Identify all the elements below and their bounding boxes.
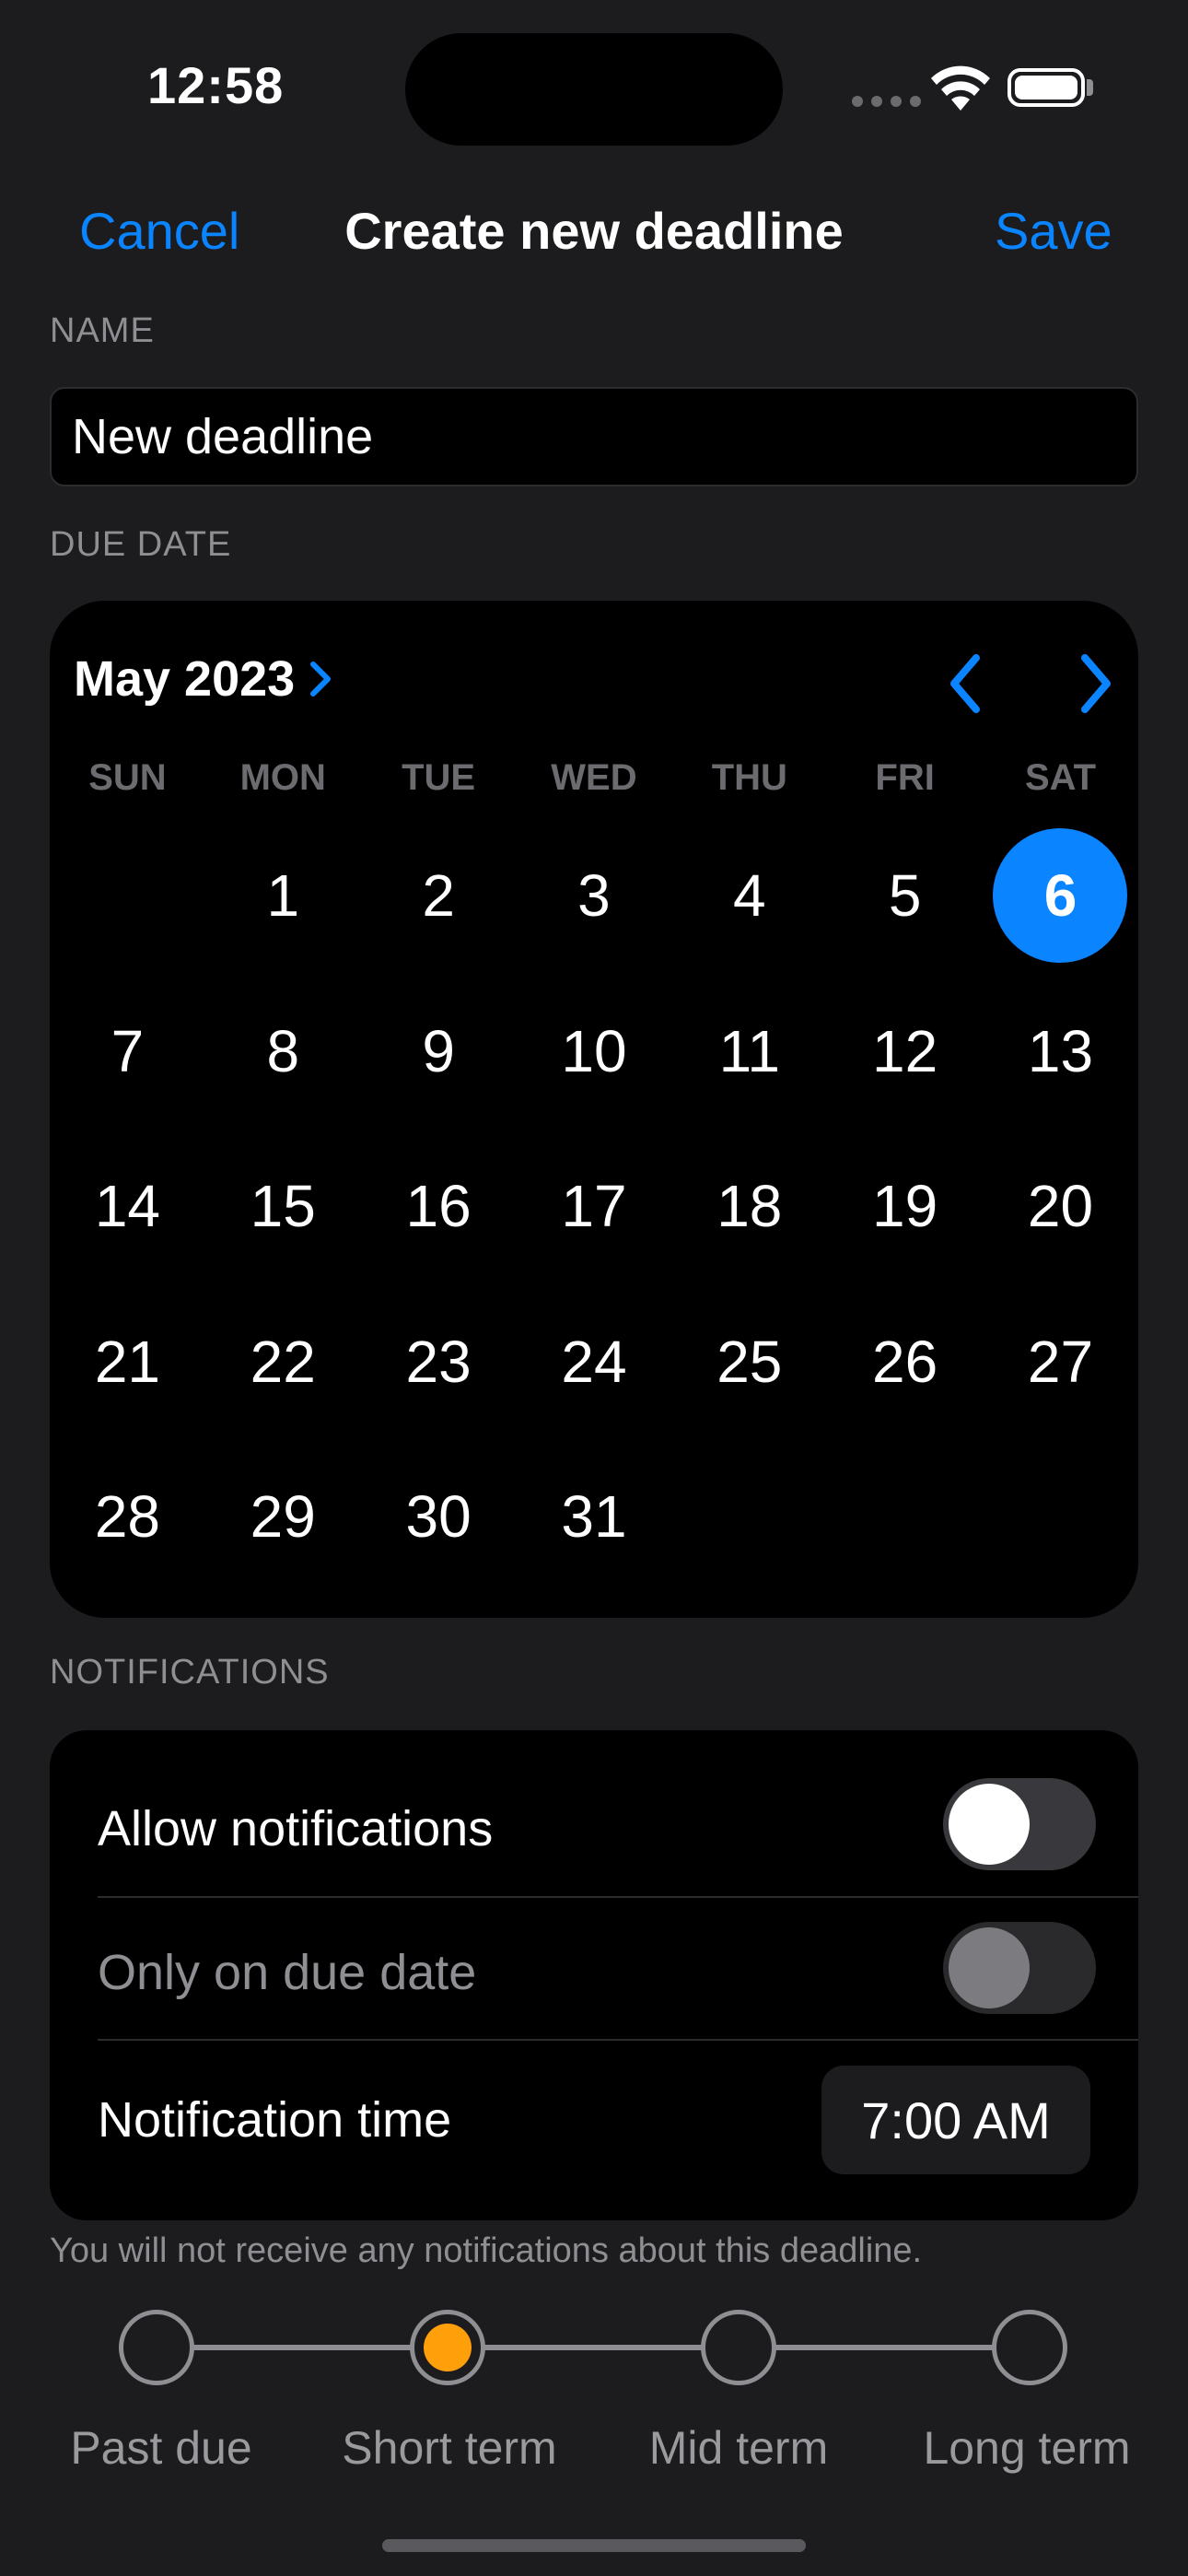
day-31[interactable]: 31: [517, 1439, 672, 1595]
urgency-label-mid-term: Mid term: [648, 2422, 829, 2474]
status-time: 12:58: [147, 56, 285, 114]
month-year-button[interactable]: May 2023: [74, 650, 335, 708]
weekday-label: SUN: [88, 757, 167, 798]
notification-time-label: Notification time: [98, 2092, 452, 2148]
day-3[interactable]: 3: [517, 818, 672, 974]
day-9[interactable]: 9: [361, 974, 517, 1130]
day-23[interactable]: 23: [361, 1284, 517, 1440]
urgency-option-short-term[interactable]: [410, 2310, 485, 2385]
day-17[interactable]: 17: [517, 1129, 672, 1284]
notifications-section-label: NOTIFICATIONS: [50, 1653, 330, 1692]
day-21[interactable]: 21: [50, 1284, 205, 1440]
weekday-label: MON: [239, 757, 326, 798]
wifi-icon: [931, 65, 990, 111]
date-picker: May 2023 SUN MON TUE WED THU FRI SAT 123456789…: [50, 601, 1138, 1618]
weekday-header: SUN MON TUE WED THU FRI SAT: [50, 757, 1138, 799]
day-5[interactable]: 5: [827, 818, 983, 974]
day-1[interactable]: 1: [205, 818, 361, 974]
day-2[interactable]: 2: [361, 818, 517, 974]
day-13[interactable]: 13: [983, 974, 1138, 1130]
day-10[interactable]: 10: [517, 974, 672, 1130]
battery-tip: [1087, 79, 1093, 96]
day-29[interactable]: 29: [205, 1439, 361, 1595]
due-date-only-toggle[interactable]: [943, 1922, 1096, 2014]
month-year-label: May 2023: [74, 651, 296, 707]
cellular-signal-icon: [852, 96, 921, 107]
urgency-option-mid-term[interactable]: [701, 2310, 776, 2385]
due-date-only-label: Only on due date: [98, 1945, 477, 2000]
day-24[interactable]: 24: [517, 1284, 672, 1440]
notification-time-picker[interactable]: 7:00 AM: [821, 2066, 1090, 2174]
name-input[interactable]: New deadline: [50, 387, 1138, 486]
day-4[interactable]: 4: [671, 818, 827, 974]
day-12[interactable]: 12: [827, 974, 983, 1130]
day-14[interactable]: 14: [50, 1129, 205, 1284]
day-19[interactable]: 19: [827, 1129, 983, 1284]
urgency-option-long-term[interactable]: [992, 2310, 1067, 2385]
day-28[interactable]: 28: [50, 1439, 205, 1595]
day-11[interactable]: 11: [671, 974, 827, 1130]
weekday-label: THU: [711, 757, 787, 798]
notifications-footer-note: You will not receive any notifications a…: [50, 2231, 923, 2270]
urgency-label-short-term: Short term: [342, 2422, 557, 2474]
day-30[interactable]: 30: [361, 1439, 517, 1595]
divider: [98, 2039, 1138, 2041]
day-22[interactable]: 22: [205, 1284, 361, 1440]
allow-notifications-toggle[interactable]: [943, 1778, 1096, 1870]
day-25[interactable]: 25: [671, 1284, 827, 1440]
divider: [98, 1896, 1138, 1898]
day-26[interactable]: 26: [827, 1284, 983, 1440]
day-18[interactable]: 18: [671, 1129, 827, 1284]
notifications-card: Allow notifications Only on due date Not…: [50, 1730, 1138, 2220]
day-27[interactable]: 27: [983, 1284, 1138, 1440]
chevron-right-icon: [310, 662, 332, 697]
day-16[interactable]: 16: [361, 1129, 517, 1284]
allow-notifications-label: Allow notifications: [98, 1801, 494, 1856]
day-grid: 1 2 3 4 5 6 7 8 9 10 11 12 13 14 15 16 17 18 19 20 21 22 23 24 2…: [50, 818, 1138, 1595]
save-button[interactable]: Save: [995, 201, 1112, 261]
previous-month-button[interactable]: [934, 638, 998, 730]
empty-cell: [50, 818, 205, 974]
battery-icon: [1007, 68, 1085, 107]
urgency-label-long-term: Long term: [923, 2422, 1131, 2474]
home-indicator: [382, 2539, 806, 2552]
day-7[interactable]: 7: [50, 974, 205, 1130]
next-month-button[interactable]: [1063, 638, 1127, 730]
due-date-section-label: DUE DATE: [50, 525, 232, 564]
selected-day[interactable]: 6: [983, 818, 1138, 974]
weekday-label: TUE: [402, 757, 476, 798]
weekday-label: SAT: [1024, 757, 1096, 798]
urgency-option-past-due[interactable]: [119, 2310, 194, 2385]
dynamic-island: [405, 33, 783, 146]
selected-indicator: [424, 2324, 472, 2371]
weekday-label: FRI: [875, 757, 935, 798]
urgency-label-past-due: Past due: [70, 2422, 252, 2474]
name-section-label: NAME: [50, 311, 155, 350]
day-15[interactable]: 15: [205, 1129, 361, 1284]
urgency-track: [157, 2345, 1030, 2350]
day-8[interactable]: 8: [205, 974, 361, 1130]
day-20[interactable]: 20: [983, 1129, 1138, 1284]
weekday-label: WED: [551, 757, 637, 798]
